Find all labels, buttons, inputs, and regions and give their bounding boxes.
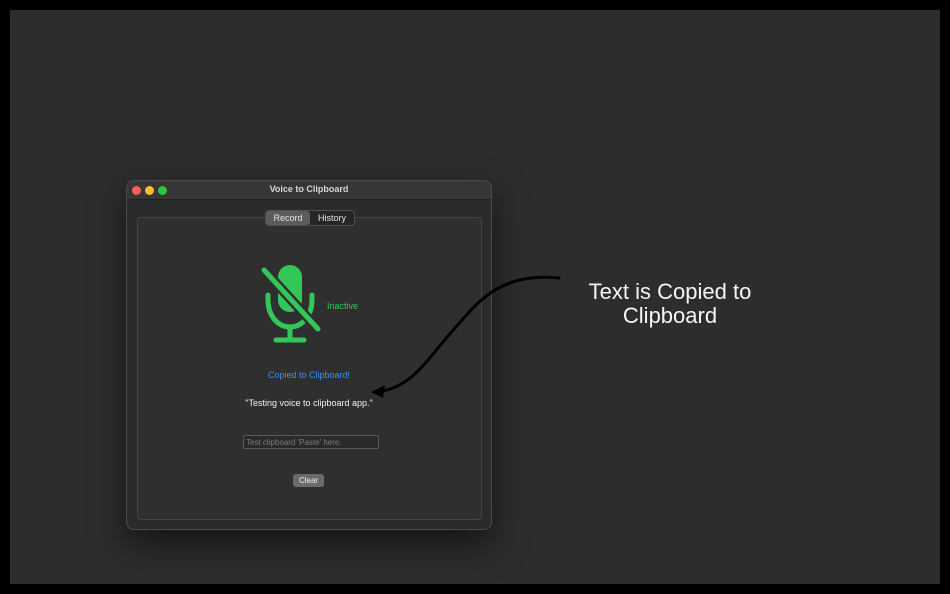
annotation-callout: Text is Copied to Clipboard [588,279,752,328]
desktop-background: Voice to Clipboard Record History Inacti… [10,10,940,584]
annotation-arrow [371,275,561,398]
